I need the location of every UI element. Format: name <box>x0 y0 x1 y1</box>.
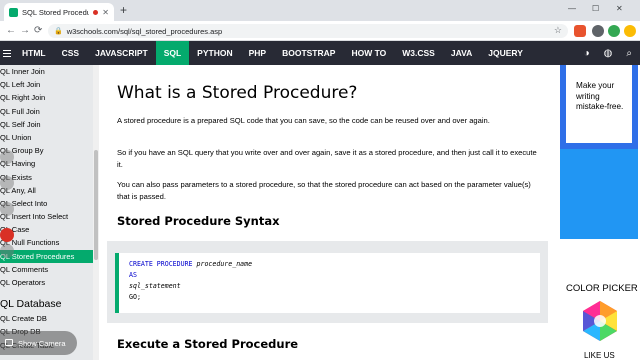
tab-title: SQL Stored Procedures <box>22 7 90 17</box>
code-go: GO; <box>129 293 141 301</box>
nav-css[interactable]: CSS <box>54 41 87 65</box>
recorder-pen-icon[interactable] <box>0 150 14 164</box>
sidebar: QL Inner Join QL Left Join QL Right Join… <box>0 65 96 360</box>
minimize-icon[interactable]: — <box>568 4 576 13</box>
nav-w3css[interactable]: W3.CSS <box>394 41 443 65</box>
show-camera-button[interactable]: Show Camera <box>0 331 77 355</box>
sidebar-item[interactable]: QL Full Join <box>0 105 96 118</box>
nav-php[interactable]: PHP <box>241 41 274 65</box>
menu-hamburger-icon[interactable] <box>0 41 14 65</box>
sidebar-item[interactable]: QL Inner Join <box>0 65 96 78</box>
sidebar-item[interactable]: QL Create DB <box>0 312 96 325</box>
window-close-icon[interactable]: ✕ <box>616 4 623 13</box>
maximize-icon[interactable]: ☐ <box>592 4 599 13</box>
url-text: w3schools.com/sql/sql_stored_procedures.… <box>66 26 223 36</box>
execute-heading: Execute a Stored Procedure <box>117 337 299 351</box>
recorder-eraser-icon[interactable] <box>0 176 14 190</box>
paragraph-save: So if you have an SQL query that you wri… <box>117 148 537 169</box>
code-keyword: AS <box>129 271 137 279</box>
code-procedure-name: procedure_name <box>196 260 253 268</box>
show-camera-label: Show Camera <box>18 338 66 348</box>
nav-bootstrap[interactable]: BOOTSTRAP <box>274 41 343 65</box>
sidebar-item[interactable]: QL Self Join <box>0 118 96 131</box>
sidebar-item[interactable]: QL Comments <box>0 263 96 276</box>
sidebar-item-active[interactable]: QL Stored Procedures <box>0 249 96 263</box>
code-keyword: CREATE PROCEDURE <box>129 260 193 268</box>
ad-box[interactable]: Make your writing mistake-free. <box>560 65 638 149</box>
sidebar-item[interactable]: QL Left Join <box>0 78 96 91</box>
sidebar-scroll-thumb[interactable] <box>94 150 98 260</box>
profile-avatar[interactable] <box>624 25 636 37</box>
sidebar-item[interactable]: QL Null Functions <box>0 236 96 249</box>
reload-icon[interactable]: ⟳ <box>34 24 42 38</box>
color-picker-label[interactable]: COLOR PICKER <box>566 283 638 294</box>
theme-toggle-icon[interactable]: ◑ <box>584 48 590 59</box>
sidebar-item[interactable]: QL Exists <box>0 171 96 184</box>
extension-shield-icon[interactable] <box>574 25 586 37</box>
lock-icon: 🔒 <box>54 28 63 35</box>
sidebar-item[interactable]: QL Operators <box>0 276 96 289</box>
code-statement: sql_statement <box>129 282 181 290</box>
like-us-label: LIKE US <box>584 351 615 360</box>
recorder-pause-icon[interactable] <box>0 202 14 216</box>
nav-html[interactable]: HTML <box>14 41 54 65</box>
sidebar-item[interactable]: QL Select Into <box>0 197 96 210</box>
sidebar-item[interactable]: QL Insert Into Select <box>0 210 96 223</box>
nav-jquery[interactable]: JQUERY <box>480 41 531 65</box>
nav-sql[interactable]: SQL <box>155 41 190 65</box>
code-block: CREATE PROCEDURE procedure_name AS sql_s… <box>115 253 540 313</box>
bookmark-star-icon[interactable]: ☆ <box>554 25 562 36</box>
search-icon[interactable]: ⌕ <box>626 48 632 59</box>
sidebar-item[interactable]: QL Right Join <box>0 91 96 104</box>
browser-tab[interactable]: SQL Stored Procedures ✕ <box>4 3 114 21</box>
extension-puzzle-icon[interactable] <box>592 25 604 37</box>
recorder-timer-icon[interactable] <box>0 244 14 258</box>
right-column: Make your writing mistake-free. COLOR PI… <box>558 65 640 360</box>
browser-tab-bar: SQL Stored Procedures ✕ + — ☐ ✕ <box>0 0 640 21</box>
forward-icon[interactable]: → <box>20 24 30 38</box>
color-picker-icon[interactable] <box>580 301 620 341</box>
nav-python[interactable]: PYTHON <box>189 41 240 65</box>
topnav-icons: ◑ ◍ ⌕ <box>584 41 640 65</box>
sidebar-item[interactable]: QL Having <box>0 157 96 170</box>
nav-howto[interactable]: HOW TO <box>343 41 394 65</box>
paragraph-intro: A stored procedure is a prepared SQL cod… <box>117 116 490 125</box>
sidebar-item[interactable]: QL Case <box>0 223 96 236</box>
code-example-box: CREATE PROCEDURE procedure_name AS sql_s… <box>107 241 548 323</box>
syntax-heading: Stored Procedure Syntax <box>117 214 280 228</box>
tab-close-icon[interactable]: ✕ <box>102 8 109 17</box>
extension-green-icon[interactable] <box>608 25 620 37</box>
globe-icon[interactable]: ◍ <box>604 48 613 59</box>
sidebar-item[interactable]: QL Group By <box>0 144 96 157</box>
main-content: What is a Stored Procedure? A stored pro… <box>99 65 558 360</box>
topnav: HTML CSS JAVASCRIPT SQL PYTHON PHP BOOTS… <box>0 41 640 65</box>
address-bar-row: ← → ⟳ 🔒 w3schools.com/sql/sql_stored_pro… <box>0 21 640 41</box>
sidebar-section-title: QL Database <box>0 298 62 311</box>
paragraph-params: You can also pass parameters to a stored… <box>117 180 531 201</box>
sidebar-item[interactable]: QL Any, All <box>0 184 96 197</box>
page-title: What is a Stored Procedure? <box>117 83 358 103</box>
recording-indicator-icon <box>93 9 99 15</box>
w3schools-favicon-icon <box>9 7 18 17</box>
back-icon[interactable]: ← <box>6 24 16 38</box>
recorder-record-icon[interactable] <box>0 228 14 242</box>
nav-java[interactable]: JAVA <box>443 41 480 65</box>
promo-banner[interactable] <box>560 149 638 239</box>
ad-text: Make your writing mistake-free. <box>576 81 624 111</box>
nav-javascript[interactable]: JAVASCRIPT <box>87 41 156 65</box>
sidebar-item[interactable]: QL Union <box>0 131 96 144</box>
new-tab-button[interactable]: + <box>120 3 127 17</box>
url-field[interactable]: 🔒 w3schools.com/sql/sql_stored_procedure… <box>48 24 568 38</box>
camera-icon <box>5 339 13 346</box>
